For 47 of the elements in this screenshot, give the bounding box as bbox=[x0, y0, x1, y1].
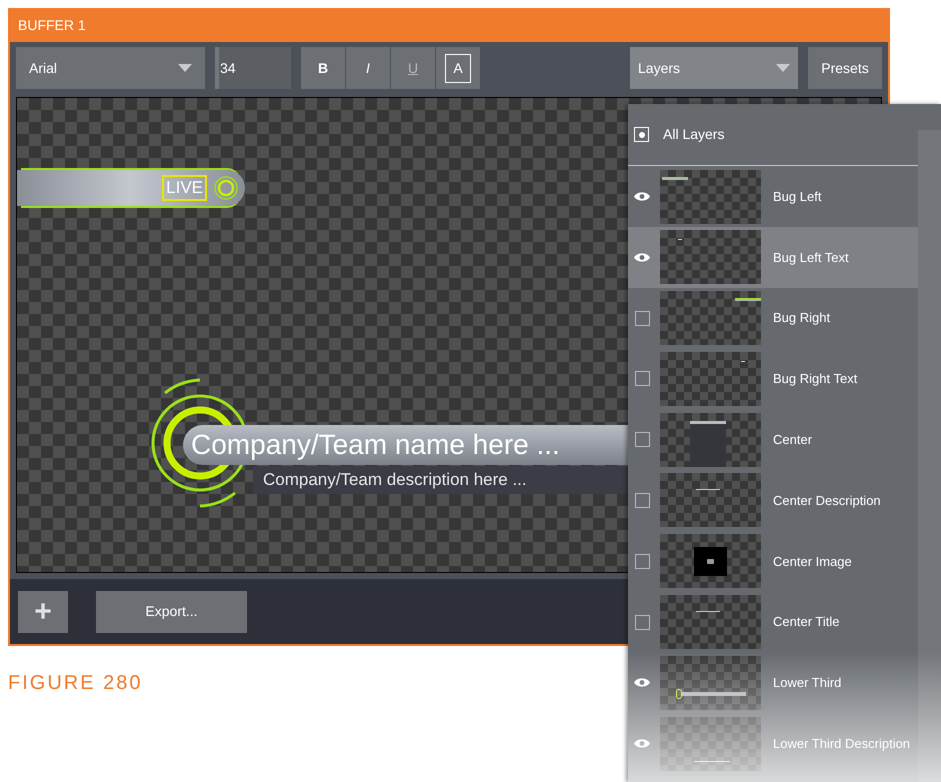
figure-caption: FIGURE 280 bbox=[8, 671, 142, 696]
window-title: BUFFER 1 bbox=[18, 16, 86, 34]
layer-name: Bug Left Text bbox=[773, 248, 849, 267]
add-button[interactable]: + bbox=[18, 590, 68, 632]
layers-dropdown[interactable]: Layers bbox=[630, 47, 798, 89]
layer-name: Center Title bbox=[773, 613, 840, 632]
layer-name: Center bbox=[773, 430, 812, 449]
layer-row[interactable]: Bug Left bbox=[628, 166, 918, 227]
dropdown-caret-icon bbox=[178, 64, 192, 72]
lower-third-description: Company/Team description here ... bbox=[263, 469, 527, 492]
dropdown-caret-icon bbox=[776, 64, 790, 72]
font-size-field[interactable]: 34 bbox=[215, 47, 291, 89]
layer-row[interactable]: Center bbox=[628, 410, 918, 470]
visibility-checkbox[interactable] bbox=[634, 310, 650, 326]
text-style-button[interactable]: A bbox=[436, 47, 480, 89]
all-layers-label: All Layers bbox=[663, 125, 724, 144]
layer-name: Center Description bbox=[773, 492, 881, 510]
text-style-button[interactable]: I bbox=[346, 47, 390, 89]
lower-third-title: Company/Team name here ... bbox=[191, 428, 560, 462]
layer-row[interactable]: Center Description bbox=[628, 470, 918, 531]
visibility-checkbox[interactable] bbox=[634, 614, 650, 630]
layer-row[interactable]: Lower Third bbox=[628, 652, 918, 714]
layer-row[interactable]: Bug Right Text bbox=[628, 348, 918, 410]
layer-row[interactable]: Bug Right bbox=[628, 288, 918, 348]
visibility-checkbox[interactable] bbox=[634, 371, 650, 386]
visibility-checkbox[interactable] bbox=[634, 554, 650, 569]
layer-row[interactable]: Center Image bbox=[628, 531, 918, 592]
layer-name: Lower Third Description bbox=[773, 734, 910, 753]
export-button[interactable]: Export... bbox=[96, 590, 247, 632]
font-dropdown[interactable]: Arial bbox=[16, 47, 205, 89]
layer-row[interactable]: Bug Left Text bbox=[628, 227, 918, 288]
layer-row[interactable]: Center Title bbox=[628, 592, 918, 652]
layer-name: Lower Third bbox=[773, 674, 842, 692]
eye-icon[interactable] bbox=[634, 252, 650, 263]
ring-icon bbox=[213, 175, 239, 201]
layer-name: Bug Right Text bbox=[773, 370, 858, 388]
eye-icon[interactable] bbox=[634, 677, 650, 688]
visibility-checkbox[interactable] bbox=[634, 432, 650, 448]
presets-button[interactable]: Presets bbox=[808, 47, 882, 89]
layer-name: Bug Left bbox=[773, 188, 822, 206]
live-label: LIVE bbox=[162, 175, 207, 201]
visibility-checkbox[interactable] bbox=[634, 492, 650, 508]
eye-icon[interactable] bbox=[634, 191, 650, 202]
layer-name: Bug Right bbox=[773, 309, 830, 328]
all-layers-checkbox[interactable] bbox=[634, 127, 649, 142]
text-style-button[interactable]: B bbox=[301, 47, 345, 89]
layer-name: Center Image bbox=[773, 552, 852, 571]
